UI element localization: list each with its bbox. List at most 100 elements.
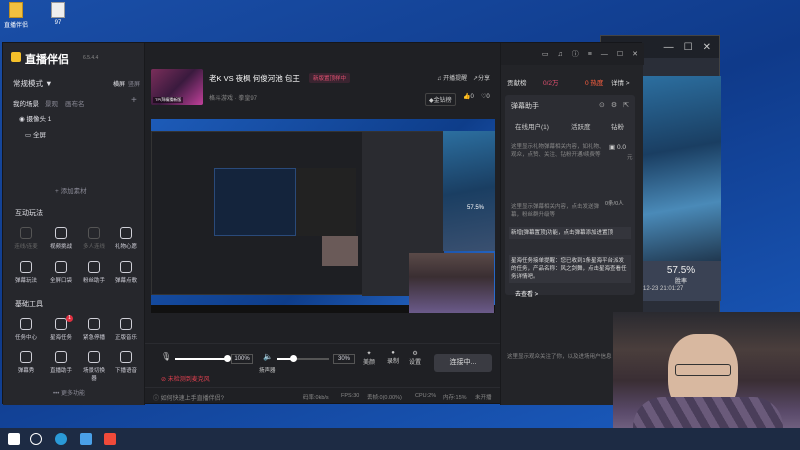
add-source-button[interactable]: + 添加素材 [55,185,87,195]
source-item-camera[interactable]: ◉ 摄像头 1 [19,113,51,123]
interactive-item[interactable]: 弹幕玩法 [13,261,39,284]
landscape-toggle[interactable]: 横屏 [113,79,125,88]
menu-icon[interactable]: ≡ [588,51,592,58]
interactive-item[interactable]: 全屏口袋 [48,261,74,284]
tool-item[interactable]: 星海任务 1 [48,315,74,341]
tab-activity[interactable]: 活跃度 [571,121,591,131]
desktop-shortcut[interactable]: 直播伴侣 [0,2,32,29]
desktop-file[interactable]: 97 [42,2,74,26]
minimize-icon[interactable]: — [664,42,674,53]
more-features-button[interactable]: ••• 更多功能 [53,388,85,397]
minimize-icon[interactable]: — [601,51,608,58]
tool-item[interactable]: 场景切换器 [81,351,107,382]
interactive-item[interactable]: 礼物心愿 [113,227,139,250]
speaker-volume-slider[interactable] [277,355,329,362]
notice-button[interactable]: ♫ 开播提醒 [437,73,467,82]
contribution-rank[interactable]: 贡献榜 [507,77,527,87]
tool-item[interactable]: 正版音乐 [113,318,139,341]
win-rate-value: 57.5% [666,265,696,276]
room-category[interactable]: 格斗游戏 · 拳皇97 [209,93,257,102]
tab-online-users[interactable]: 在线用户(1) [515,121,549,131]
mic-volume-knob[interactable] [224,355,231,362]
settings-button[interactable]: ⚙ 设置 [409,350,421,366]
add-scene-button[interactable]: + [131,95,137,106]
windows-icon[interactable] [8,433,20,445]
source-item-fullscreen[interactable]: ▭ 全屏 [25,129,46,139]
fans-count: 0/2万 [543,80,559,87]
tool-item[interactable]: 下播语音 [113,351,139,374]
taskbar [0,428,800,450]
speaker-volume-knob[interactable] [289,355,297,362]
mic-volume-slider[interactable] [175,355,231,362]
monitor-icon: ▭ [25,132,32,139]
webcam-overlay [613,312,800,437]
interactive-item[interactable]: 多人连线 [81,227,107,250]
interactive-item[interactable]: 连线/连麦 [13,227,39,250]
interactive-item[interactable]: 视频挑战 [48,227,74,250]
status-cpu: CPU:2% [415,393,437,399]
music-icon [120,261,132,273]
search-icon[interactable] [30,433,42,445]
app-version: 6.5.4.4 [83,55,99,61]
nested-camera [322,236,358,266]
desktop-icon-label: 97 [54,20,62,26]
close-icon[interactable]: ✕ [632,50,638,58]
tab-diamond-fans[interactable]: 钻粉 [611,121,624,131]
nested-panel [296,168,356,236]
glasses [675,364,731,376]
connect-button[interactable]: 连接中... [434,354,492,372]
portrait-toggle[interactable]: 竖屏 [128,79,140,88]
detail-link[interactable]: 详情 > [611,77,630,87]
close-icon[interactable]: ✕ [703,42,711,53]
interactive-item[interactable]: 弹幕点歌 [113,261,139,284]
scene-mode-label: 常规模式 [13,79,43,88]
user-icon[interactable]: ⊙ [599,101,605,109]
status-mem: 内存:15% [443,395,467,401]
switch-icon [88,351,100,363]
status-dropped: 丢帧:0(0.00%) [367,395,402,401]
feature-notice[interactable]: 新增[弹幕置顶]功能，点击弹幕添加进置顶 [509,227,631,239]
camera-preview[interactable] [409,253,494,313]
tab-scene-2[interactable]: 景观 [45,98,58,108]
headset-icon[interactable]: ♫ [558,51,563,58]
shield-icon [55,227,67,239]
beauty-button[interactable]: ✦ 美颜 [363,350,375,366]
share-button[interactable]: ↗分享 [473,73,490,82]
interactive-item[interactable]: 粉丝助手 [81,261,107,284]
mic-volume-value[interactable]: 100% [231,354,253,364]
help-link[interactable]: ⓘ 如何快速上手直播伴侣? [153,393,224,402]
mic-icon[interactable]: 🎙 [161,352,171,361]
popout-icon[interactable]: ⇱ [623,101,629,109]
chat-icon[interactable]: ▭ [542,50,549,58]
status-network: 未开播 [475,395,492,401]
gear-icon: ⚙ [412,351,418,357]
tool-item[interactable]: 紧急停播 [81,318,107,341]
tool-item[interactable]: 弹幕秀 [13,351,39,374]
tab-my-scenes[interactable]: 我的场景 [13,98,39,108]
status-bitrate: 码率:0kb/s [303,395,329,401]
edge-icon[interactable] [55,433,67,445]
link-icon [20,227,32,239]
speaker-icon[interactable]: 🔈 [263,352,273,361]
maximize-icon[interactable]: ☐ [617,50,623,58]
danmaku-assistant-card: 弹幕助手 ⊙ ⚙ ⇱ 在线用户(1) 活跃度 钻粉 这里显示礼物弹幕相关内容，如… [505,95,635,298]
tool-item[interactable]: 任务中心 [13,318,39,341]
gold-rank-button[interactable]: ◆金钻榜 [425,93,456,106]
info-icon[interactable]: ⓘ [572,49,579,59]
record-button[interactable]: ● 录制 [387,350,399,365]
scene-mode-selector[interactable]: 常规模式 ▼ [13,78,53,89]
douyin-icon[interactable] [104,433,116,445]
gear-icon[interactable]: ⚙ [611,101,617,109]
go-view-link[interactable]: 去查看 > [515,289,538,298]
live-companion-window[interactable]: 直播伴侣 6.5.4.4 常规模式 ▼ 横屏 竖屏 我的场景 景观 画布名 + … [2,42,644,405]
room-title[interactable]: 老K VS 夜枫 何俊河池 包王 [209,73,300,84]
tool-item[interactable]: 直播助手 [48,351,74,374]
room-thumbnail[interactable]: TPI拜精猜新版 [151,69,203,105]
speaker-volume-value[interactable]: 30% [333,354,355,364]
chat-icon [20,351,32,363]
help-icon: ⓘ [153,396,161,402]
tab-scene-3[interactable]: 画布名 [65,98,85,108]
browser-icon[interactable] [80,433,92,445]
maximize-icon[interactable]: ☐ [684,42,693,53]
amount-display: ▣ 0.0 [609,144,626,151]
